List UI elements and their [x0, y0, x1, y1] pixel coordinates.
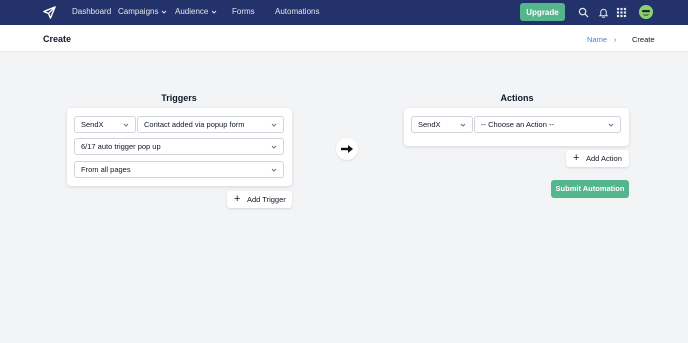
plus-icon: + [234, 193, 241, 205]
chevron-down-icon [608, 123, 614, 127]
breadcrumb-current: Create [632, 35, 655, 44]
trigger-event-value: Contact added via popup form [144, 120, 245, 129]
search-icon[interactable] [578, 7, 589, 18]
nav-automations[interactable]: Automations [275, 7, 319, 17]
chevron-down-icon [271, 123, 277, 127]
chevron-down-icon [162, 10, 167, 14]
nav-audience-label: Audience [175, 7, 209, 16]
nav-forms[interactable]: Forms [232, 7, 255, 17]
trigger-pages-value: From all pages [81, 165, 131, 174]
nav-dashboard[interactable]: Dashboard [72, 7, 111, 17]
nav-campaigns-label: Campaigns [118, 7, 159, 16]
add-action-button[interactable]: + Add Action [566, 150, 629, 167]
arrow-right-icon [341, 145, 353, 153]
breadcrumb-separator: › [614, 35, 617, 44]
avatar-face-icon [639, 5, 653, 19]
trigger-provider-value: SendX [81, 120, 104, 129]
action-select-value: -- Choose an Action -- [481, 120, 554, 129]
chevron-down-icon [212, 10, 217, 14]
page-title: Create [43, 34, 72, 44]
page-header: Create Name › Create [0, 25, 688, 52]
bell-icon[interactable] [598, 7, 609, 18]
nav-campaigns[interactable]: Campaigns [118, 7, 167, 17]
breadcrumb-name-link[interactable]: Name [587, 35, 607, 44]
add-trigger-label: Add Trigger [247, 195, 286, 204]
trigger-popup-select[interactable]: 6/17 auto trigger pop up [74, 138, 284, 155]
apps-grid-icon[interactable] [616, 7, 627, 18]
chevron-down-icon [460, 123, 466, 127]
chevron-down-icon [271, 168, 277, 172]
paper-plane-logo-icon[interactable] [42, 5, 57, 20]
add-trigger-button[interactable]: + Add Trigger [227, 191, 292, 208]
nav-audience[interactable]: Audience [175, 7, 217, 17]
actions-title: Actions [500, 93, 534, 103]
submit-automation-button[interactable]: Submit Automation [551, 180, 629, 198]
action-provider-value: SendX [418, 120, 441, 129]
trigger-event-select[interactable]: Contact added via popup form [137, 116, 284, 133]
action-select[interactable]: -- Choose an Action -- [474, 116, 621, 133]
upgrade-button[interactable]: Upgrade [520, 3, 565, 21]
chevron-down-icon [271, 145, 277, 149]
trigger-provider-select[interactable]: SendX [74, 116, 136, 133]
chevron-down-icon [123, 123, 129, 127]
flow-arrow [336, 138, 358, 160]
triggers-card: SendX Contact added via popup form 6/17 … [67, 108, 292, 186]
plus-icon: + [573, 152, 580, 164]
trigger-pages-select[interactable]: From all pages [74, 161, 284, 178]
action-provider-select[interactable]: SendX [411, 116, 473, 133]
top-navbar: Dashboard Campaigns Audience Forms Autom… [0, 0, 688, 25]
avatar[interactable] [639, 5, 653, 19]
trigger-popup-value: 6/17 auto trigger pop up [81, 142, 161, 151]
actions-card: SendX -- Choose an Action -- [404, 108, 629, 146]
add-action-label: Add Action [586, 154, 622, 163]
triggers-title: Triggers [161, 93, 197, 103]
